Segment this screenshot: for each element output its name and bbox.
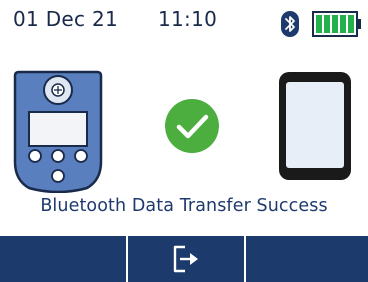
status-message: Bluetooth Data Transfer Success [40, 196, 328, 216]
softkey-right[interactable] [246, 236, 368, 282]
softkey-left[interactable] [0, 236, 128, 282]
exit-icon [173, 245, 198, 273]
battery-full-icon [312, 11, 361, 37]
success-check-icon [165, 99, 219, 153]
softkey-bar [0, 236, 368, 282]
status-bar: 01 Dec 21 11:10 [0, 0, 368, 40]
status-time: 11:10 [158, 7, 218, 31]
bluetooth-icon [281, 11, 299, 37]
detector-device-icon [13, 70, 103, 193]
phone-icon [279, 72, 351, 180]
status-date: 01 Dec 21 [13, 7, 119, 31]
exit-button[interactable] [128, 236, 246, 282]
